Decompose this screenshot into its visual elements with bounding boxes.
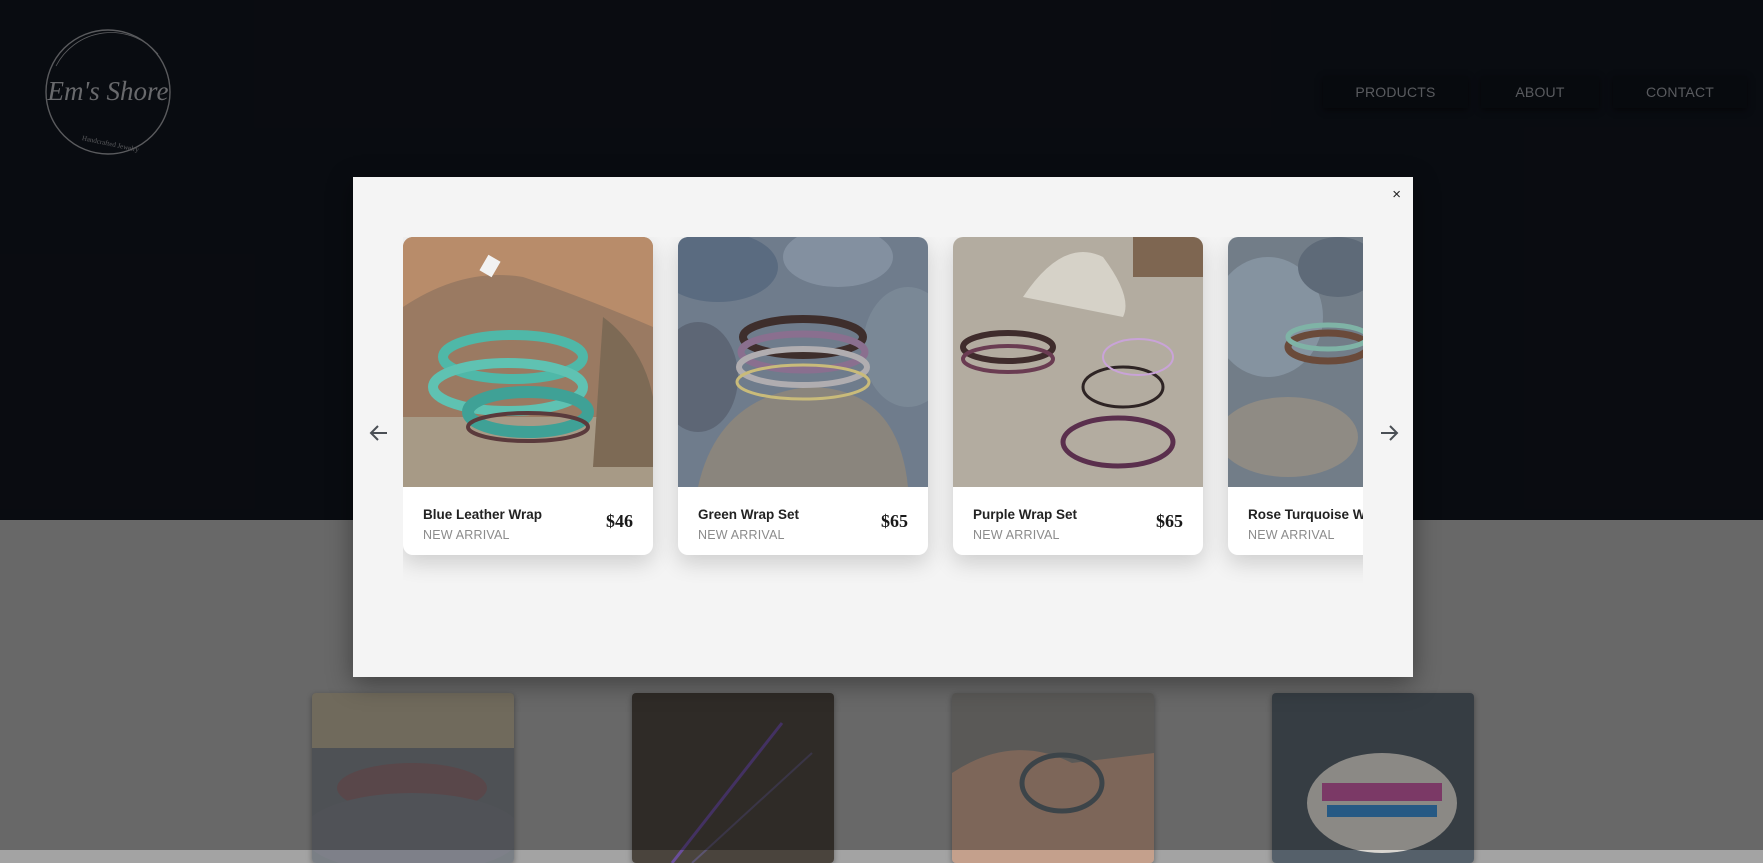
product-name: Green Wrap Set [698,507,800,522]
product-name: Purple Wrap Set [973,507,1078,522]
product-card[interactable]: Purple Wrap Set NEW ARRIVAL $65 [953,237,1203,555]
product-price: $46 [606,511,633,531]
product-image [1228,237,1363,487]
arrow-right-icon[interactable] [1377,421,1401,445]
product-card[interactable]: Green Wrap Set NEW ARRIVAL $65 [678,237,928,555]
product-name: Rose Turquoise Wrap [1248,507,1363,522]
product-card[interactable]: Blue Leather Wrap NEW ARRIVAL $46 [403,237,653,555]
product-price: $65 [881,511,908,531]
product-image [678,237,928,487]
product-name: Blue Leather Wrap [423,507,543,522]
product-image [953,237,1203,487]
product-tag: NEW ARRIVAL [698,528,785,542]
product-price: $65 [1156,511,1183,531]
product-image [403,237,653,487]
product-carousel-modal: × Blue Leather Wrap NEW ARRIVAL $46 Gree… [353,177,1413,677]
product-card[interactable]: Rose Turquoise Wrap NEW ARRIVAL [1228,237,1363,555]
product-tag: NEW ARRIVAL [1248,528,1335,542]
carousel-track: Blue Leather Wrap NEW ARRIVAL $46 Green … [403,237,1363,599]
close-button[interactable]: × [1392,186,1401,203]
product-tag: NEW ARRIVAL [973,528,1060,542]
arrow-left-icon[interactable] [367,421,391,445]
product-tag: NEW ARRIVAL [423,528,510,542]
